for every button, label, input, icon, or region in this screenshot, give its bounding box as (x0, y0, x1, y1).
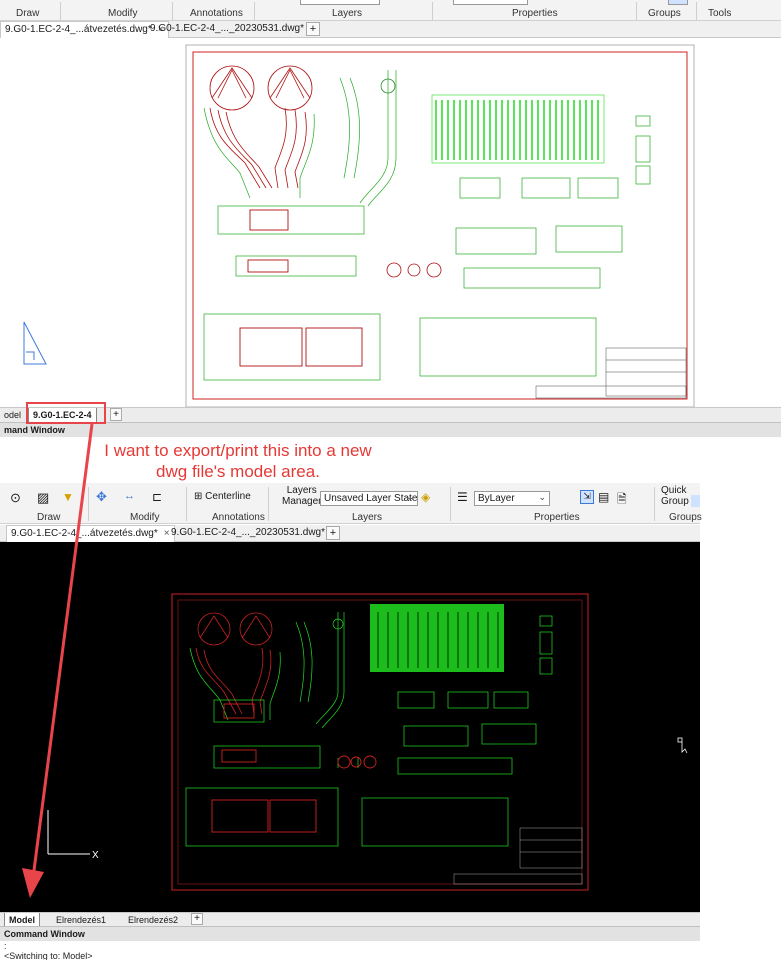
arrowhead-icon (22, 868, 44, 898)
annotation-arrow-svg (22, 423, 94, 898)
composite-screenshot: Draw Modify Annotations Layers Propertie… (0, 0, 781, 960)
annotation-arrow-line (31, 423, 94, 879)
